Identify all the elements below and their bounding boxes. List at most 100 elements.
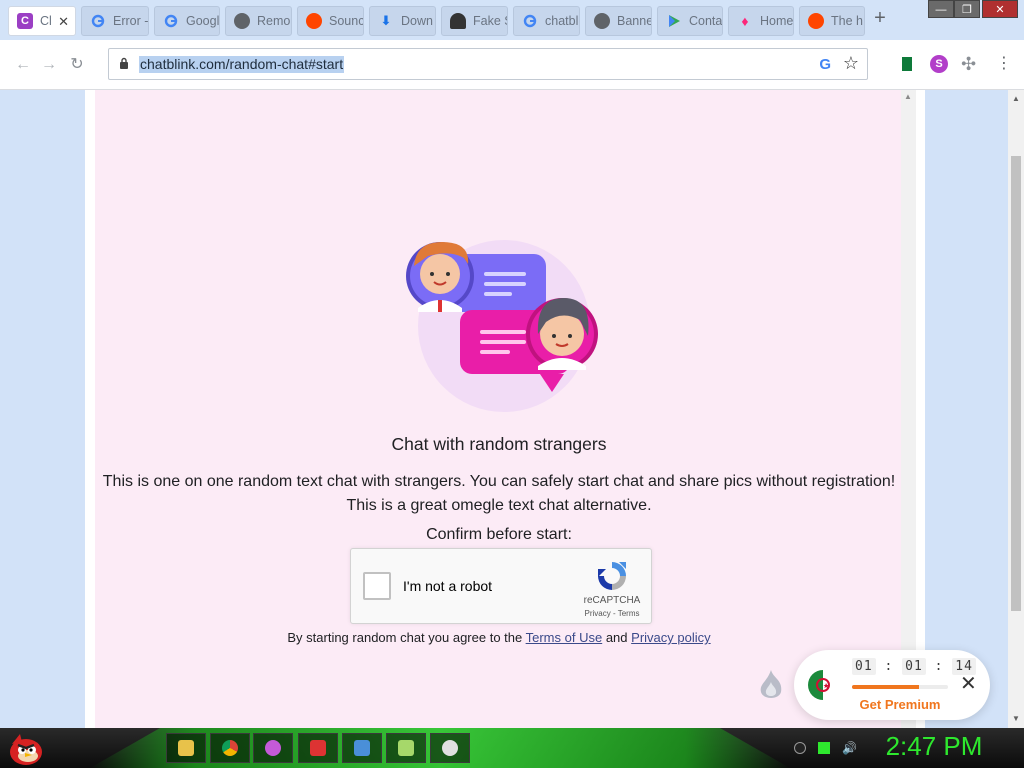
tab-title: Cl xyxy=(40,14,52,28)
terms-of-use-link[interactable]: Terms of Use xyxy=(526,630,603,645)
chatblink-icon: C xyxy=(17,13,33,29)
taskbar-file-explorer[interactable] xyxy=(166,733,206,763)
tinder-icon: ♦ xyxy=(741,13,749,29)
recaptcha-label: I'm not a robot xyxy=(403,578,493,594)
taskbar-app[interactable] xyxy=(253,733,293,763)
flame-icon[interactable] xyxy=(757,668,785,702)
confirm-prompt: Confirm before start: xyxy=(426,526,572,543)
tab[interactable]: ♦ Home xyxy=(728,6,794,36)
globe-icon xyxy=(594,13,610,29)
tab[interactable]: The h xyxy=(799,6,865,36)
tab[interactable]: Error - xyxy=(81,6,149,36)
lock-icon xyxy=(120,57,128,69)
tray-keyboard-icon[interactable] xyxy=(794,742,806,754)
recaptcha-widget: I'm not a robot reCAPTCHA Privacy - Term… xyxy=(350,548,652,624)
extensions-puzzle-icon[interactable]: ✣ xyxy=(961,55,979,73)
tab[interactable]: Conta xyxy=(657,6,723,36)
start-angry-bird-icon[interactable] xyxy=(6,730,46,766)
chat-illustration xyxy=(406,240,598,412)
tab-title: The h xyxy=(831,14,863,28)
google-icon xyxy=(522,13,538,29)
get-premium-button[interactable]: Get Premium xyxy=(852,697,948,712)
tab[interactable]: Sounc xyxy=(297,6,364,36)
close-premium-button[interactable]: ✕ xyxy=(960,674,977,694)
taskbar-chrome[interactable] xyxy=(210,733,250,763)
tab-strip: C Cl ✕ Error - Googl Remo Sounc ⬇ Down F… xyxy=(0,0,1024,40)
recaptcha-checkbox[interactable] xyxy=(363,572,391,600)
globe-icon xyxy=(234,13,250,29)
description-line-2: This is a great omegle text chat alterna… xyxy=(346,497,652,514)
page-headline: Chat with random strangers xyxy=(391,434,607,454)
tab-title: chatbl xyxy=(545,14,579,28)
download-icon: ⬇ xyxy=(380,13,392,28)
tab[interactable]: ⬇ Down xyxy=(369,6,436,36)
user-icon xyxy=(450,13,466,29)
recaptcha-privacy-terms[interactable]: Privacy - Terms xyxy=(575,609,649,618)
timer-progress-fill xyxy=(852,685,920,689)
menu-kebab-icon[interactable]: ⋮ xyxy=(996,55,1014,73)
reddit-icon xyxy=(306,13,322,29)
media-player-icon xyxy=(310,740,326,756)
tab-title: Sounc xyxy=(329,14,363,28)
app-icon xyxy=(265,740,281,756)
scroll-down-icon[interactable]: ▼ xyxy=(1012,714,1020,723)
tab-active[interactable]: C Cl ✕ xyxy=(8,6,76,36)
restore-button[interactable]: ❐ xyxy=(954,0,980,18)
privacy-policy-link[interactable]: Privacy policy xyxy=(631,630,710,645)
tab-title: Remo xyxy=(257,14,291,28)
page-scrollbar[interactable]: ▲ ▼ xyxy=(1008,90,1024,728)
tab-title: Down xyxy=(401,14,433,28)
chrome-icon xyxy=(222,740,238,756)
terms-and: and xyxy=(605,630,628,645)
terms-notice: By starting random chat you agree to the… xyxy=(95,630,903,645)
taskbar-notes[interactable] xyxy=(386,733,426,763)
tab[interactable]: Banne xyxy=(585,6,652,36)
back-icon[interactable]: ← xyxy=(12,54,34,76)
panel-scrollbar[interactable]: ▲ xyxy=(901,90,916,728)
reload-icon[interactable]: ↻ xyxy=(66,54,88,76)
tab[interactable]: Googl xyxy=(154,6,220,36)
notes-icon xyxy=(398,740,414,756)
google-lens-icon[interactable]: G xyxy=(819,56,831,73)
new-tab-button[interactable]: + xyxy=(870,8,890,28)
tab[interactable]: Fake S xyxy=(441,6,508,36)
premium-widget: 01 : 01 : 14 Get Premium ✕ xyxy=(794,650,990,720)
timer-minutes: 01 xyxy=(902,658,926,675)
taskbar-window[interactable] xyxy=(342,733,382,763)
paint-icon xyxy=(442,740,458,756)
algeria-flag-icon xyxy=(808,670,838,700)
scroll-up-icon[interactable]: ▲ xyxy=(1012,94,1020,103)
extension-green-icon[interactable] xyxy=(898,55,916,73)
session-timer: 01 : 01 : 14 xyxy=(852,658,976,675)
minimize-button[interactable]: — xyxy=(928,0,954,18)
forward-icon[interactable]: → xyxy=(38,54,60,76)
tab-title: Fake S xyxy=(473,14,507,28)
timer-separator: : xyxy=(934,659,944,674)
close-icon[interactable]: ✕ xyxy=(58,14,69,30)
address-bar[interactable]: chatblink.com/random-chat#start G ☆ xyxy=(108,48,868,80)
timer-separator: : xyxy=(884,659,894,674)
taskbar: 🔊 2:47 PM xyxy=(0,728,1024,768)
description-line-1: This is one on one random text chat with… xyxy=(102,473,896,490)
tray-volume-icon[interactable]: 🔊 xyxy=(842,742,857,754)
close-window-button[interactable]: ✕ xyxy=(982,0,1018,18)
scroll-thumb[interactable] xyxy=(1011,156,1021,611)
url-text[interactable]: chatblink.com/random-chat#start xyxy=(139,56,345,73)
google-icon xyxy=(163,13,179,29)
taskbar-clock[interactable]: 2:47 PM xyxy=(878,731,990,762)
reddit-icon xyxy=(808,13,824,29)
tab-title: Error - xyxy=(113,14,148,28)
recaptcha-brand: reCAPTCHA xyxy=(583,595,641,606)
timer-progress-bar xyxy=(852,685,948,689)
extension-s-icon[interactable]: S xyxy=(930,55,948,73)
bookmark-star-icon[interactable]: ☆ xyxy=(843,53,859,74)
tab-title: Conta xyxy=(689,14,722,28)
file-explorer-icon xyxy=(178,740,194,756)
tab[interactable]: chatbl xyxy=(513,6,580,36)
terms-prefix: By starting random chat you agree to the xyxy=(287,630,523,645)
tray-network-icon[interactable] xyxy=(818,742,830,754)
tab[interactable]: Remo xyxy=(225,6,292,36)
taskbar-paint[interactable] xyxy=(430,733,470,763)
taskbar-media-player[interactable] xyxy=(298,733,338,763)
window-icon xyxy=(354,740,370,756)
